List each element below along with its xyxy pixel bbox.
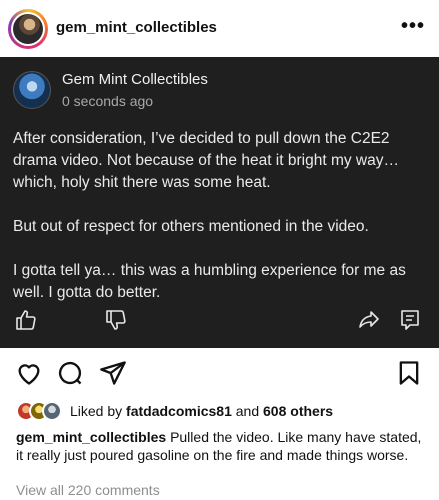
post-card-actions: [0, 307, 439, 337]
embedded-post-card: Gem Mint Collectibles 0 seconds ago Afte…: [0, 57, 439, 348]
post-paragraph: After consideration, I’ve decided to pul…: [13, 130, 399, 191]
share-arrow-icon: [356, 307, 382, 333]
likes-summary: Liked by fatdadcomics81 and 608 others: [16, 400, 333, 422]
comment-bubble-icon[interactable]: [55, 358, 85, 388]
post-actions-bar: [0, 358, 439, 392]
thumbs-up-icon: [13, 307, 39, 333]
post-author-name: Gem Mint Collectibles: [62, 71, 208, 88]
post-paragraph: But out of respect for others mentioned …: [13, 218, 369, 235]
post-timestamp: 0 seconds ago: [62, 93, 154, 109]
heart-icon[interactable]: [14, 358, 44, 388]
post-author-avatar: [13, 71, 51, 109]
comment-icon: [397, 307, 423, 333]
liked-by-conjunction: and: [235, 403, 260, 419]
caption-username[interactable]: gem_mint_collectibles: [16, 429, 166, 445]
avatar-image: [13, 14, 43, 44]
view-all-comments-link[interactable]: View all 220 comments: [16, 482, 160, 498]
more-options-icon[interactable]: •••: [401, 15, 425, 38]
post-paragraph: I gotta tell ya… this was a humbling exp…: [13, 262, 406, 301]
liked-by-user[interactable]: fatdadcomics81: [126, 403, 232, 419]
bookmark-icon[interactable]: [394, 358, 424, 388]
post-caption: gem_mint_collectibles Pulled the video. …: [16, 428, 426, 464]
profile-avatar[interactable]: [8, 9, 48, 49]
liked-by-prefix: Liked by: [70, 403, 123, 419]
liker-avatars: [16, 401, 62, 421]
post-header: gem_mint_collectibles •••: [0, 0, 439, 57]
thumbs-down-icon: [103, 307, 129, 333]
header-username[interactable]: gem_mint_collectibles: [56, 19, 217, 36]
post-body: After consideration, I’ve decided to pul…: [13, 128, 429, 326]
send-icon[interactable]: [98, 358, 128, 388]
likes-count[interactable]: 608 others: [263, 403, 333, 419]
liker-avatar: [42, 401, 62, 421]
